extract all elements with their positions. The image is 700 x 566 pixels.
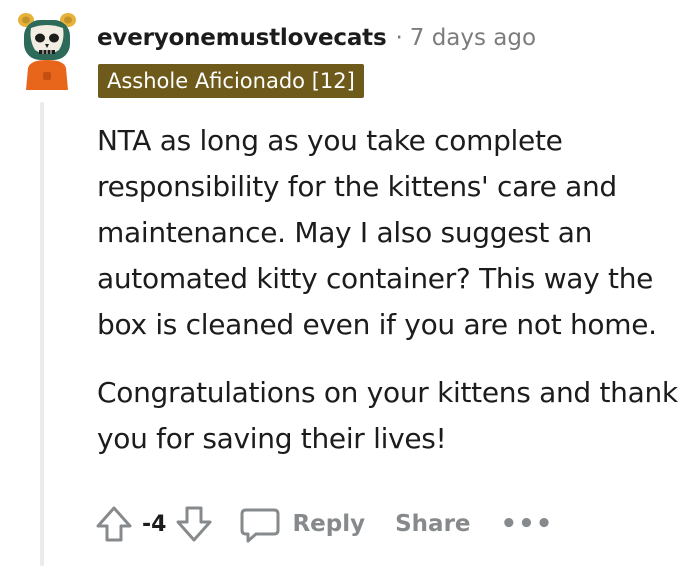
comment-header: everyonemustlovecats · 7 days ago <box>97 22 536 54</box>
user-flair: Asshole Aficionado [12] <box>98 64 364 98</box>
comment-bubble-icon[interactable] <box>238 502 282 546</box>
comment-paragraph: NTA as long as you take complete respons… <box>97 124 657 341</box>
vote-score: -4 <box>142 511 167 537</box>
username-link[interactable]: everyonemustlovecats <box>97 25 387 51</box>
timestamp-link[interactable]: 7 days ago <box>410 25 536 51</box>
comment-body: NTA as long as you take complete respons… <box>97 118 687 462</box>
meta-separator: · <box>395 25 403 51</box>
avatar[interactable] <box>14 6 80 90</box>
reply-button[interactable]: Reply <box>292 511 365 537</box>
share-button[interactable]: Share <box>395 511 470 537</box>
action-bar: -4 Reply Share ••• <box>94 498 553 550</box>
downvote-icon[interactable] <box>174 502 214 546</box>
thread-line[interactable] <box>40 102 44 566</box>
more-options-icon[interactable]: ••• <box>501 511 554 537</box>
comment-paragraph: Congratulations on your kittens and than… <box>97 376 678 455</box>
upvote-icon[interactable] <box>94 502 134 546</box>
